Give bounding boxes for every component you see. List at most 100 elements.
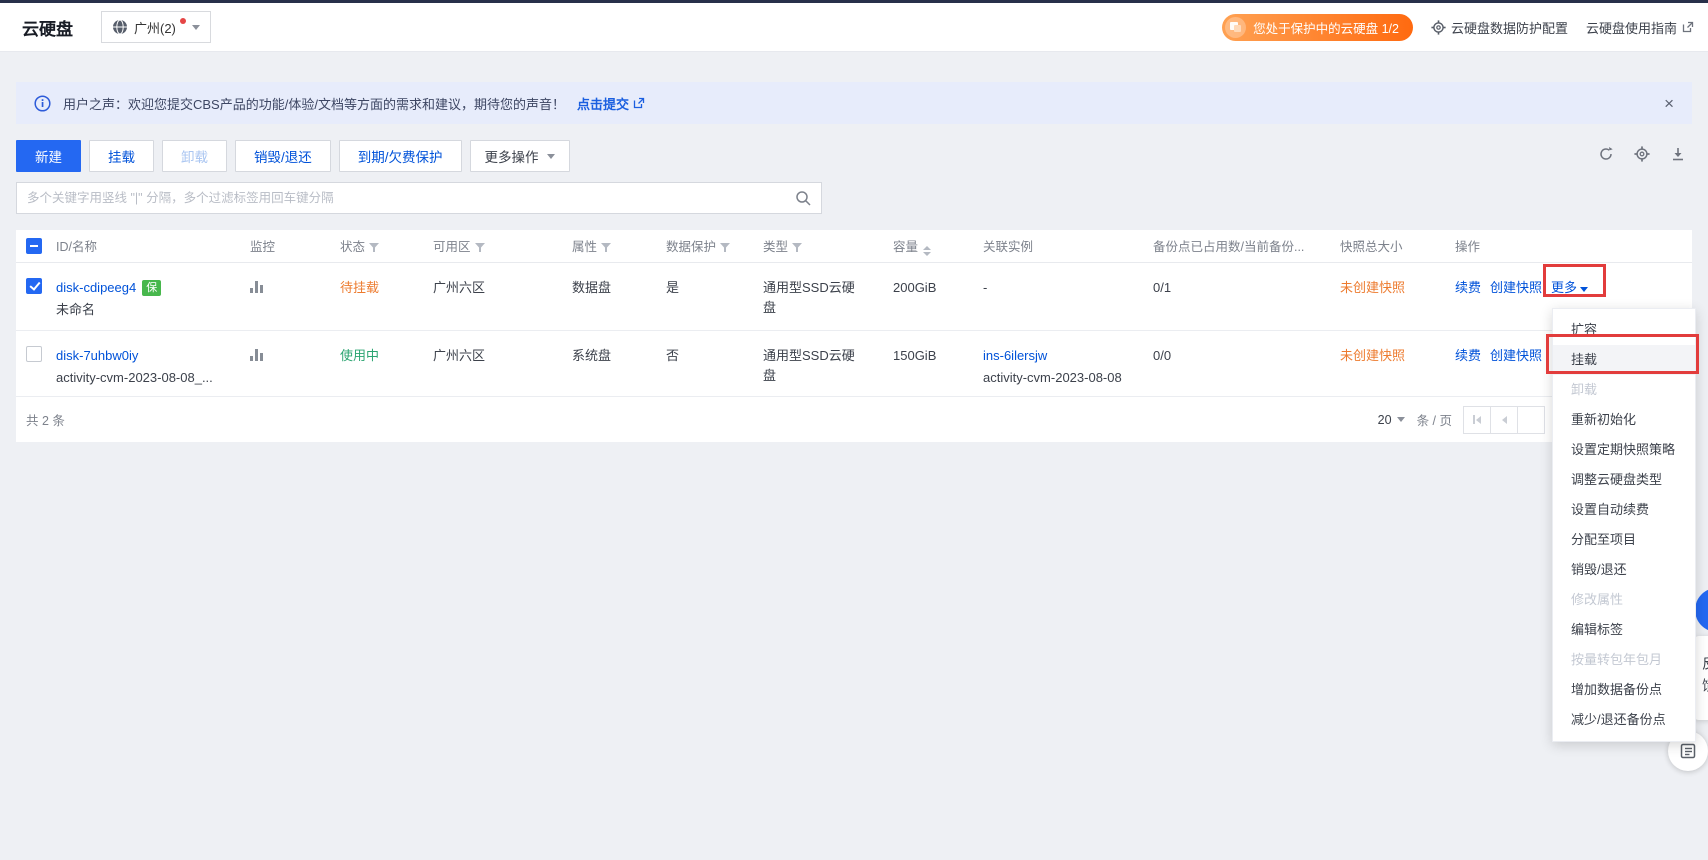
menu-item-auto-renew[interactable]: 设置自动续费 bbox=[1553, 495, 1695, 525]
create-button[interactable]: 新建 bbox=[16, 140, 81, 172]
floating-help-button[interactable] bbox=[1695, 588, 1708, 632]
data-protection-config-label: 云硬盘数据防护配置 bbox=[1451, 18, 1568, 37]
submit-feedback-label: 点击提交 bbox=[577, 94, 629, 113]
more-actions-button[interactable]: 更多操作 bbox=[470, 140, 570, 172]
voice-of-user-banner: 用户之声：欢迎您提交CBS产品的功能/体验/文档等方面的需求和建议，期待您的声音… bbox=[16, 82, 1692, 124]
chevron-down-icon bbox=[1580, 287, 1588, 292]
instance-name: activity-cvm-2023-08-08 bbox=[983, 368, 1143, 387]
protected-disks-badge[interactable]: 您处于保护中的云硬盘 1/2 bbox=[1222, 14, 1413, 41]
per-page-label: 条 / 页 bbox=[1417, 410, 1452, 429]
action-toolbar: 新建 挂载 卸载 销毁/退还 到期/欠费保护 更多操作 bbox=[16, 140, 570, 172]
menu-item-expand[interactable]: 扩容 bbox=[1553, 315, 1695, 345]
download-icon[interactable] bbox=[1670, 146, 1686, 165]
menu-item-snapshot-policy[interactable]: 设置定期快照策略 bbox=[1553, 435, 1695, 465]
disk-id-link[interactable]: disk-7uhbw0iy bbox=[56, 348, 138, 363]
renew-link[interactable]: 续费 bbox=[1455, 280, 1481, 295]
col-header-snapshot: 快照总大小 bbox=[1340, 230, 1455, 262]
table-tools bbox=[1598, 146, 1686, 165]
row-checkbox[interactable] bbox=[26, 278, 42, 294]
table-row: disk-7uhbw0iy activity-cvm-2023-08-08_..… bbox=[16, 330, 1692, 396]
col-header-capacity: 容量 bbox=[893, 230, 983, 262]
page-size-value: 20 bbox=[1378, 413, 1392, 427]
filter-icon[interactable] bbox=[475, 243, 485, 252]
menu-item-modify-attr[interactable]: 修改属性 bbox=[1553, 585, 1695, 615]
destroy-return-button[interactable]: 销毁/退还 bbox=[235, 140, 331, 172]
instance-link[interactable]: ins-6ilersjw bbox=[983, 348, 1047, 363]
filter-icon[interactable] bbox=[601, 243, 611, 252]
disk-table: ID/名称 监控 状态 可用区 属性 数据保护 类型 容量 关联实例 备份点已占… bbox=[16, 230, 1692, 397]
search-icon[interactable] bbox=[795, 190, 812, 210]
table-row: disk-cdipeeg4保 未命名 待挂载 广州六区 数据盘 是 通用型SSD… bbox=[16, 262, 1692, 330]
type-cell: 通用型SSD云硬盘 bbox=[763, 278, 861, 318]
list-icon bbox=[1679, 742, 1697, 760]
row-checkbox[interactable] bbox=[26, 346, 42, 362]
expiry-protection-button[interactable]: 到期/欠费保护 bbox=[339, 140, 462, 172]
menu-item-to-monthly[interactable]: 按量转包年包月 bbox=[1553, 645, 1695, 675]
region-notification-dot bbox=[180, 18, 186, 24]
col-header-status: 状态 bbox=[340, 230, 433, 262]
page-size-select[interactable]: 20 bbox=[1378, 413, 1405, 427]
filter-icon[interactable] bbox=[720, 243, 730, 252]
data-protection-config-link[interactable]: 云硬盘数据防护配置 bbox=[1431, 18, 1568, 37]
menu-item-add-backup-point[interactable]: 增加数据备份点 bbox=[1553, 675, 1695, 705]
menu-item-assign-project[interactable]: 分配至项目 bbox=[1553, 525, 1695, 555]
menu-item-attach[interactable]: 挂载 bbox=[1553, 345, 1695, 375]
monitor-chart-icon[interactable] bbox=[250, 349, 263, 361]
globe-icon bbox=[112, 19, 128, 35]
more-actions-dropdown: 扩容 挂载 卸载 重新初始化 设置定期快照策略 调整云硬盘类型 设置自动续费 分… bbox=[1552, 308, 1696, 742]
prev-page-button[interactable] bbox=[1490, 406, 1518, 434]
disk-name: 未命名 bbox=[56, 300, 240, 319]
zone-cell: 广州六区 bbox=[433, 262, 572, 330]
select-all-checkbox[interactable] bbox=[26, 238, 42, 254]
snapshot-cell: 未创建快照 bbox=[1340, 348, 1405, 363]
attach-button[interactable]: 挂载 bbox=[89, 140, 154, 172]
search-input[interactable] bbox=[17, 183, 821, 213]
submit-feedback-link[interactable]: 点击提交 bbox=[577, 94, 645, 113]
col-header-zone: 可用区 bbox=[433, 230, 572, 262]
chevron-down-icon bbox=[1397, 417, 1405, 422]
col-header-attr: 属性 bbox=[572, 230, 666, 262]
settings-gear-icon[interactable] bbox=[1634, 146, 1650, 165]
close-icon[interactable]: × bbox=[1664, 95, 1674, 112]
attr-cell: 数据盘 bbox=[572, 262, 666, 330]
disk-id-link[interactable]: disk-cdipeeg4 bbox=[56, 280, 136, 295]
total-count: 共 2 条 bbox=[26, 410, 65, 429]
menu-item-reinitialize[interactable]: 重新初始化 bbox=[1553, 405, 1695, 435]
refresh-icon[interactable] bbox=[1598, 146, 1614, 165]
create-snapshot-link[interactable]: 创建快照 bbox=[1490, 348, 1542, 363]
menu-item-edit-tags[interactable]: 编辑标签 bbox=[1553, 615, 1695, 645]
more-link[interactable]: 更多 bbox=[1551, 280, 1588, 295]
protect-cell: 否 bbox=[666, 330, 763, 396]
col-header-instance: 关联实例 bbox=[983, 230, 1153, 262]
chevron-down-icon bbox=[192, 25, 200, 30]
external-link-icon bbox=[633, 97, 645, 109]
menu-item-destroy[interactable]: 销毁/退还 bbox=[1553, 555, 1695, 585]
filter-icon[interactable] bbox=[369, 243, 379, 252]
backup-cell: 0/0 bbox=[1153, 330, 1340, 396]
chevron-down-icon bbox=[547, 154, 555, 159]
menu-item-adjust-type[interactable]: 调整云硬盘类型 bbox=[1553, 465, 1695, 495]
detach-button[interactable]: 卸载 bbox=[162, 140, 227, 172]
table-header-row: ID/名称 监控 状态 可用区 属性 数据保护 类型 容量 关联实例 备份点已占… bbox=[16, 230, 1692, 262]
backup-cell: 0/1 bbox=[1153, 262, 1340, 330]
page-number-box[interactable] bbox=[1517, 406, 1545, 434]
topbar: 云硬盘 广州(2) 您处于保护中的云硬盘 1/2 云硬盘数据防护配置 bbox=[0, 3, 1708, 52]
col-header-protect: 数据保护 bbox=[666, 230, 763, 262]
monitor-chart-icon[interactable] bbox=[250, 281, 263, 293]
usage-guide-link[interactable]: 云硬盘使用指南 bbox=[1586, 18, 1694, 37]
zone-cell: 广州六区 bbox=[433, 330, 572, 396]
menu-item-reduce-backup-point[interactable]: 减少/退还备份点 bbox=[1553, 705, 1695, 735]
region-label: 广州(2) bbox=[134, 18, 176, 37]
col-header-type: 类型 bbox=[763, 230, 893, 262]
banner-text: 用户之声：欢迎您提交CBS产品的功能/体验/文档等方面的需求和建议，期待您的声音… bbox=[63, 94, 565, 113]
create-snapshot-link[interactable]: 创建快照 bbox=[1490, 280, 1542, 295]
status-badge: 待挂载 bbox=[340, 280, 379, 295]
protected-disks-label: 您处于保护中的云硬盘 1/2 bbox=[1253, 18, 1399, 37]
region-selector[interactable]: 广州(2) bbox=[101, 11, 211, 43]
filter-icon[interactable] bbox=[792, 243, 802, 252]
renew-link[interactable]: 续费 bbox=[1455, 348, 1481, 363]
menu-item-detach[interactable]: 卸载 bbox=[1553, 375, 1695, 405]
col-header-backup: 备份点已占用数/当前备份... bbox=[1153, 230, 1340, 262]
sort-icon[interactable] bbox=[923, 246, 931, 256]
first-page-button[interactable] bbox=[1463, 406, 1491, 434]
